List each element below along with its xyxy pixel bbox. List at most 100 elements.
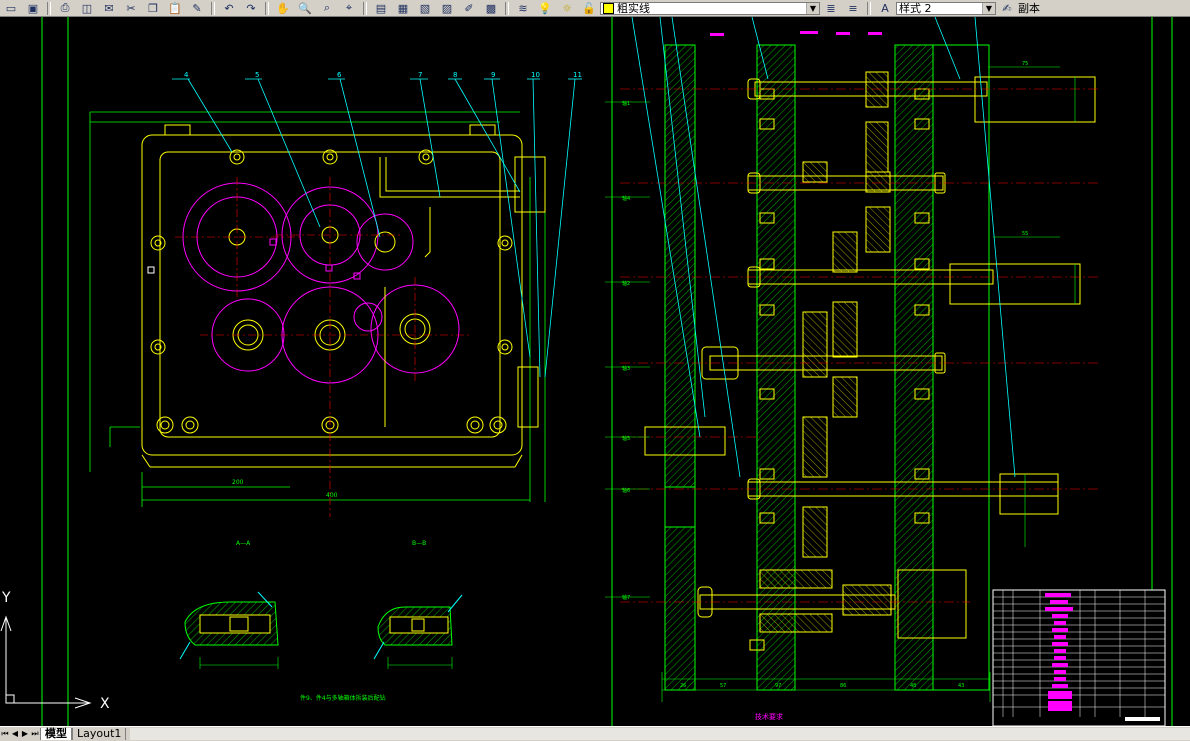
ucs-y-label: Y <box>1 590 11 606</box>
dim-26: 26 <box>680 683 686 689</box>
balloon-6: 6 <box>337 71 342 79</box>
ucs-x-label: X <box>100 696 110 712</box>
dim-75: 75 <box>1022 61 1028 67</box>
style-icon[interactable]: A <box>875 1 895 15</box>
zoom-icon[interactable]: 🔍 <box>295 1 315 15</box>
layer-states-icon[interactable]: ≣ <box>821 1 841 15</box>
balloon-11: 11 <box>573 71 582 79</box>
dim-57: 57 <box>720 683 726 689</box>
chevron-down-icon[interactable]: ▼ <box>982 2 995 14</box>
balloon-10: 10 <box>531 71 540 79</box>
undo-icon[interactable]: ↶ <box>219 1 239 15</box>
dim-48: 48 <box>910 683 916 689</box>
sun-icon[interactable]: ☼ <box>557 1 577 15</box>
publish-icon[interactable]: ✉ <box>99 1 119 15</box>
inner-wall-right <box>894 44 934 691</box>
zoom-window-icon[interactable]: ⌕ <box>317 1 337 15</box>
dim-400: 400 <box>326 492 338 499</box>
match-icon[interactable]: ✎ <box>187 1 207 15</box>
balloon-8: 8 <box>453 71 457 79</box>
style-combo-value: 样式 2 <box>899 1 932 15</box>
linetype-combo-value: 粗实线 <box>617 1 650 15</box>
dim-97: 97 <box>775 683 781 689</box>
standard-toolbar: ▭ ▣ ⎙ ◫ ✉ ✂ ❐ 📋 ✎ ↶ ↷ ✋ 🔍 ⌕ ⌖ ▤ ▦ ▧ ▨ ✐ … <box>0 0 1190 17</box>
chevron-down-icon[interactable]: ▼ <box>806 2 819 14</box>
tool-palette-icon[interactable]: ▧ <box>415 1 435 15</box>
drawing-svg[interactable]: 4 5 6 7 8 9 10 11 200 400 A—A B—B 件9、件4与… <box>0 16 1190 727</box>
dimension-text: 200 400 <box>232 479 338 499</box>
design-center-icon[interactable]: ▦ <box>393 1 413 15</box>
parts-list <box>992 589 1166 727</box>
preview-icon[interactable]: ◫ <box>77 1 97 15</box>
sheet-set-icon[interactable]: ▨ <box>437 1 457 15</box>
shaft-label-5: 轴5 <box>622 435 630 442</box>
copy-style-icon[interactable]: ✍ <box>997 1 1017 15</box>
balloon-5: 5 <box>255 71 259 79</box>
cover <box>932 44 990 691</box>
copy-icon[interactable]: ❐ <box>143 1 163 15</box>
section-bb <box>373 594 463 669</box>
first-tab-icon[interactable]: ⏮ <box>0 728 10 740</box>
gear-circles <box>182 182 460 384</box>
copy-label: 副本 <box>1018 2 1040 15</box>
toolbar-separator <box>211 1 215 15</box>
calc-icon[interactable]: ▩ <box>481 1 501 15</box>
zoom-prev-icon[interactable]: ⌖ <box>339 1 359 15</box>
section-views: A—A B—B 件9、件4与多轴箱体拆装后配钻 <box>179 540 463 702</box>
bulb-icon[interactable]: 💡 <box>535 1 555 15</box>
pan-icon[interactable]: ✋ <box>273 1 293 15</box>
color-icon <box>603 2 614 14</box>
cut-icon[interactable]: ✂ <box>121 1 141 15</box>
prev-tab-icon[interactable]: ◀ <box>10 728 20 740</box>
layout-tabs-bar: ⏮ ◀ ▶ ⏭ 模型 Layout1 <box>0 726 1190 741</box>
tab-layout1[interactable]: Layout1 <box>72 728 127 740</box>
toolbar-separator <box>867 1 871 15</box>
gearbox-front-view: 4 5 6 7 8 9 10 11 200 400 <box>89 71 582 517</box>
housing-outline <box>141 124 546 468</box>
dimension-lines <box>89 111 546 507</box>
shaft-label-4: 轴4 <box>622 195 630 202</box>
redo-icon[interactable]: ↷ <box>241 1 261 15</box>
toolbar-separator <box>363 1 367 15</box>
balloon-9: 9 <box>491 71 495 79</box>
parts-list-title-bar <box>1125 717 1160 721</box>
dim-86: 86 <box>840 683 846 689</box>
print-icon[interactable]: ⎙ <box>55 1 75 15</box>
new-icon[interactable]: ▭ <box>1 1 21 15</box>
toolbar-separator <box>47 1 51 15</box>
toolbar-separator <box>265 1 269 15</box>
linetype-combo[interactable]: 粗实线 ▼ <box>600 1 820 15</box>
layer-prev-icon[interactable]: ≡ <box>843 1 863 15</box>
shaft-labels: 轴1 轴4 轴2 轴3 轴5 轴6 轴7 <box>622 100 630 601</box>
shaft-label-6: 轴6 <box>622 487 630 494</box>
section-label-bb: B—B <box>412 540 426 547</box>
next-tab-icon[interactable]: ▶ <box>20 728 30 740</box>
dim-200: 200 <box>232 479 244 486</box>
toolbar-separator <box>505 1 509 15</box>
lock-icon[interactable]: 🔓 <box>579 1 599 15</box>
tab-model[interactable]: 模型 <box>40 728 72 740</box>
inner-wall-left <box>756 44 796 691</box>
oil-pipe <box>379 157 520 427</box>
boss <box>664 486 696 528</box>
markup-icon[interactable]: ✐ <box>459 1 479 15</box>
shaft-label-3: 轴3 <box>622 365 630 372</box>
balloon-labels: 4 5 6 7 8 9 10 11 <box>184 71 582 79</box>
shaft-bores <box>228 226 431 351</box>
layer-icon[interactable]: ≋ <box>513 1 533 15</box>
ucs-icon <box>0 615 92 709</box>
shaft-label-1: 轴1 <box>622 100 630 107</box>
assembly-note: 件9、件4与多轴箱体拆装后配钻 <box>300 694 386 702</box>
section-label-aa: A—A <box>236 540 251 547</box>
drawing-canvas[interactable]: 4 5 6 7 8 9 10 11 200 400 A—A B—B 件9、件4与… <box>0 16 1190 727</box>
horizontal-scrollbar[interactable] <box>130 728 1190 740</box>
dim-55: 55 <box>1022 231 1028 237</box>
style-combo[interactable]: 样式 2 ▼ <box>896 1 996 15</box>
save-icon[interactable]: ▣ <box>23 1 43 15</box>
top-marks <box>710 31 882 36</box>
section-aa <box>179 591 279 669</box>
last-tab-icon[interactable]: ⏭ <box>30 728 40 740</box>
properties-icon[interactable]: ▤ <box>371 1 391 15</box>
paste-icon[interactable]: 📋 <box>165 1 185 15</box>
bolt-holes <box>150 149 513 434</box>
